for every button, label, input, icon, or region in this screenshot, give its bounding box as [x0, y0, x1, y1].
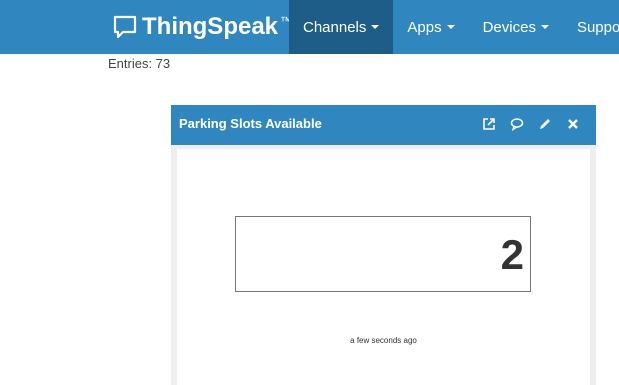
- thingspeak-logo[interactable]: ThingSpeak ™: [112, 0, 292, 54]
- nav-item-label: Channels: [303, 18, 367, 36]
- nav-item-label: Devices: [482, 18, 536, 36]
- value-display: 2: [235, 216, 531, 292]
- close-icon[interactable]: [564, 115, 582, 133]
- widget-title: Parking Slots Available: [179, 116, 322, 131]
- widget-header: Parking Slots Available: [171, 105, 596, 145]
- comment-icon[interactable]: [508, 115, 526, 133]
- brand-name: ThingSpeak: [142, 13, 279, 40]
- widget-body: 2 a few seconds ago: [177, 149, 590, 385]
- nav-item-label: Apps: [407, 18, 442, 36]
- numeric-display-widget: Parking Slots Available 2 a few seconds …: [171, 105, 596, 385]
- caret-down-icon: [446, 25, 455, 29]
- entries-count: Entries: 73: [108, 56, 171, 71]
- widget-toolbar: [480, 115, 582, 133]
- nav-item-support[interactable]: Support: [563, 0, 619, 54]
- last-updated-timestamp: a few seconds ago: [350, 336, 417, 345]
- speech-bubble-icon: [113, 15, 137, 39]
- caret-down-icon: [371, 25, 380, 29]
- external-link-icon[interactable]: [480, 115, 498, 133]
- pencil-icon[interactable]: [536, 115, 554, 133]
- caret-down-icon: [540, 25, 549, 29]
- nav-item-label: Support: [576, 18, 619, 36]
- nav-menu: Channels Apps Devices Support: [289, 0, 619, 54]
- top-navbar: ThingSpeak ™ Channels Apps Devices Suppo…: [0, 0, 619, 54]
- nav-item-devices[interactable]: Devices: [469, 0, 563, 54]
- nav-item-channels[interactable]: Channels: [289, 0, 394, 54]
- nav-item-apps[interactable]: Apps: [393, 0, 468, 54]
- numeric-value: 2: [500, 231, 524, 278]
